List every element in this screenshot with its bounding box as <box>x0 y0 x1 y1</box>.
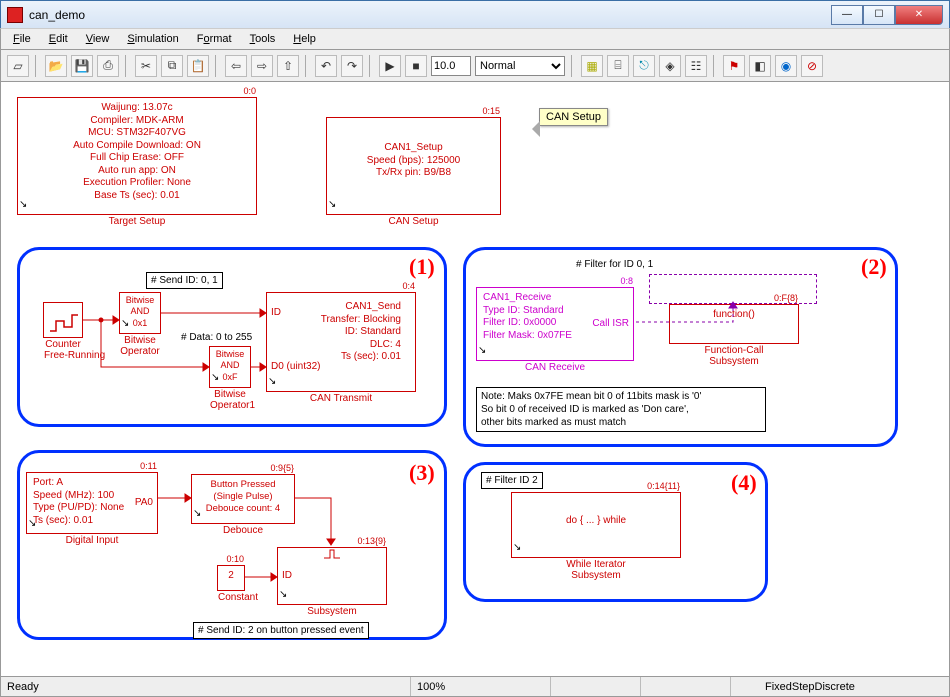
menu-edit[interactable]: Edit <box>41 31 76 47</box>
subsystem-indicator-icon <box>329 202 339 212</box>
maximize-button[interactable]: ☐ <box>863 5 895 25</box>
subsystem-indicator-icon <box>479 348 489 358</box>
subsystem-indicator-icon <box>269 379 279 389</box>
subsystem-indicator-icon <box>20 202 30 212</box>
subsystem-indicator-icon <box>280 592 290 602</box>
copy-button[interactable]: ⧉ <box>161 55 183 77</box>
tool-btn-1[interactable]: ▦ <box>581 55 603 77</box>
region-3-label: (3) <box>409 460 435 486</box>
block-debounce[interactable]: 0:9{5} Button Pressed (Single Pulse) Deb… <box>191 474 295 524</box>
close-button[interactable]: ✕ <box>895 5 943 25</box>
toolbar: ▱ 📂 💾 ⎙ ✂ ⧉ 📋 ⇦ ⇨ ⇧ ↶ ↷ ▶ ■ Normal ▦ ⌸ ⎋… <box>0 50 950 82</box>
window-title: can_demo <box>29 8 85 22</box>
print-button[interactable]: ⎙ <box>97 55 119 77</box>
trigger-icon <box>322 546 342 562</box>
note-filter-id2: # Filter ID 2 <box>481 472 543 489</box>
tool-btn-8[interactable]: ◉ <box>775 55 797 77</box>
note-send-id: # Send ID: 0, 1 <box>146 272 223 289</box>
back-button[interactable]: ⇦ <box>225 55 247 77</box>
block-can-receive[interactable]: 0:8 CAN1_Receive Type ID: Standard Filte… <box>476 287 634 361</box>
app-icon <box>7 7 23 23</box>
port-call-isr: Call ISR <box>592 318 629 329</box>
run-button[interactable]: ▶ <box>379 55 401 77</box>
menu-help[interactable]: Help <box>285 31 324 47</box>
port-id: ID <box>271 307 281 318</box>
paste-button[interactable]: 📋 <box>187 55 209 77</box>
tool-btn-2[interactable]: ⌸ <box>607 55 629 77</box>
port-pa0: PA0 <box>135 497 153 508</box>
menu-format[interactable]: Format <box>189 31 240 47</box>
tool-btn-6[interactable]: ⚑ <box>723 55 745 77</box>
block-counter[interactable]: Counter Free-Running <box>43 302 83 338</box>
model-canvas[interactable]: 0:0 Waijung: 13.07c Compiler: MDK-ARM MC… <box>0 82 950 677</box>
block-bitwise-2[interactable]: BitwiseAND0xF BitwiseOperator1 <box>209 346 251 388</box>
region-2-label: (2) <box>861 254 887 280</box>
sim-mode-select[interactable]: Normal <box>475 56 565 76</box>
block-constant[interactable]: 0:10 2 Constant <box>217 565 245 591</box>
stop-button[interactable]: ■ <box>405 55 427 77</box>
subsystem-indicator-icon <box>514 545 524 555</box>
undo-button[interactable]: ↶ <box>315 55 337 77</box>
tool-btn-9[interactable]: ⊘ <box>801 55 823 77</box>
port-d0: D0 (uint32) <box>271 361 320 372</box>
block-can-transmit[interactable]: 0:4 CAN1_Send Transfer: Blocking ID: Sta… <box>266 292 416 392</box>
new-button[interactable]: ▱ <box>7 55 29 77</box>
tool-btn-5[interactable]: ☷ <box>685 55 707 77</box>
region-1-label: (1) <box>409 254 435 280</box>
note-filter-id01: # Filter for ID 0, 1 <box>576 259 653 270</box>
block-bitwise-1[interactable]: BitwiseAND0x1 BitwiseOperator <box>119 292 161 334</box>
status-solver: FixedStepDiscrete <box>759 677 949 696</box>
block-subsystem[interactable]: 0:13{9} ID Subsystem <box>277 547 387 605</box>
port-id: ID <box>282 570 292 581</box>
cut-button[interactable]: ✂ <box>135 55 157 77</box>
open-button[interactable]: 📂 <box>45 55 67 77</box>
note-mask-explain: Note: Maks 0x7FE mean bit 0 of 11bits ma… <box>476 387 766 432</box>
redo-button[interactable]: ↷ <box>341 55 363 77</box>
subsystem-indicator-icon <box>194 511 204 521</box>
block-while-iterator[interactable]: 0:14{11} do { ... } while While Iterator… <box>511 492 681 558</box>
statusbar: Ready 100% FixedStepDiscrete <box>0 677 950 697</box>
status-empty-1 <box>551 677 641 696</box>
subsystem-indicator-icon <box>122 321 132 331</box>
block-digital-input[interactable]: 0:11 Port: A Speed (MHz): 100 Type (PU/P… <box>26 472 158 534</box>
tool-btn-4[interactable]: ◈ <box>659 55 681 77</box>
forward-button[interactable]: ⇨ <box>251 55 273 77</box>
note-data-range: # Data: 0 to 255 <box>181 332 252 343</box>
status-empty-2 <box>641 677 731 696</box>
minimize-button[interactable]: — <box>831 5 863 25</box>
block-function-call-subsystem[interactable]: 0:F{8} function() Function-CallSubsystem <box>669 304 799 344</box>
tool-btn-7[interactable]: ◧ <box>749 55 771 77</box>
save-button[interactable]: 💾 <box>71 55 93 77</box>
counter-icon <box>44 303 84 339</box>
menu-view[interactable]: View <box>78 31 118 47</box>
subsystem-indicator-icon <box>212 375 222 385</box>
region-4-label: (4) <box>731 470 757 496</box>
titlebar: can_demo — ☐ ✕ <box>0 0 950 28</box>
block-can-setup[interactable]: 0:15 CAN1_Setup Speed (bps): 125000 Tx/R… <box>326 117 501 215</box>
sim-time-input[interactable] <box>431 56 471 76</box>
subsystem-indicator-icon <box>29 521 39 531</box>
note-send-id-2: # Send ID: 2 on button pressed event <box>193 622 369 639</box>
status-ready: Ready <box>1 677 411 696</box>
tool-btn-3[interactable]: ⎋ <box>633 55 655 77</box>
up-button[interactable]: ⇧ <box>277 55 299 77</box>
menu-simulation[interactable]: Simulation <box>119 31 186 47</box>
status-zoom: 100% <box>411 677 551 696</box>
sample-time-label: 0:0 <box>243 86 256 96</box>
menu-tools[interactable]: Tools <box>242 31 284 47</box>
block-target-setup[interactable]: 0:0 Waijung: 13.07c Compiler: MDK-ARM MC… <box>17 97 257 215</box>
tooltip-can-setup: CAN Setup <box>539 108 608 126</box>
menubar: File Edit View Simulation Format Tools H… <box>0 28 950 50</box>
menu-file[interactable]: File <box>5 31 39 47</box>
